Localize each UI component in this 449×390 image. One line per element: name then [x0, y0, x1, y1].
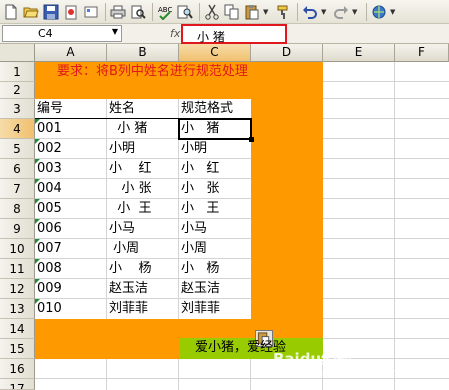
cell-normalized[interactable]: 小周: [181, 239, 207, 259]
cell-id[interactable]: 003: [37, 159, 62, 179]
row-header-11[interactable]: 11: [0, 259, 35, 279]
row-header-14[interactable]: 14: [0, 319, 35, 339]
row-header-8[interactable]: 8: [0, 199, 35, 219]
cell-normalized[interactable]: 小明: [181, 139, 207, 159]
cell-name[interactable]: 小明: [109, 139, 135, 159]
header-id: 编号: [37, 101, 64, 116]
header-normalized: 规范格式: [181, 101, 234, 116]
toolbar-separator: [366, 2, 367, 21]
cell-id[interactable]: 001: [37, 119, 62, 139]
column-header-d[interactable]: D: [251, 44, 323, 62]
permission-icon[interactable]: [62, 3, 79, 20]
column-header-e[interactable]: E: [323, 44, 395, 62]
row-header-2[interactable]: 2: [0, 82, 35, 99]
header-name: 姓名: [109, 101, 136, 116]
cell-normalized[interactable]: 赵玉洁: [181, 279, 220, 299]
redo-dropdown[interactable]: ▼: [352, 8, 360, 16]
row-header-16[interactable]: 16: [0, 359, 35, 379]
paste-icon[interactable]: [243, 3, 260, 20]
row-header-6[interactable]: 6: [0, 159, 35, 179]
select-all-button[interactable]: [0, 44, 35, 62]
row-header-12[interactable]: 12: [0, 279, 35, 299]
toolbar-separator: [152, 2, 153, 21]
cell-name[interactable]: 小马: [109, 219, 135, 239]
open-folder-icon[interactable]: [22, 3, 39, 20]
spelling-icon[interactable]: ABC: [156, 3, 173, 20]
row-header-15[interactable]: 15: [0, 339, 35, 359]
row-header-17[interactable]: 17: [0, 379, 35, 390]
paste-options-dropdown[interactable]: ▼: [263, 8, 271, 16]
fill-handle[interactable]: [249, 137, 254, 142]
fx-label[interactable]: fx: [170, 27, 180, 40]
toolbar-more-dropdown[interactable]: ▼: [390, 8, 398, 16]
cell-id[interactable]: 007: [37, 239, 62, 259]
row-header-9[interactable]: 9: [0, 219, 35, 239]
cell-normalized[interactable]: 小马: [181, 219, 207, 239]
standard-toolbar: ABC ▼ ▼ ▼ ▼: [0, 0, 449, 24]
redo-icon[interactable]: [332, 3, 349, 20]
formula-value: 小 猪: [197, 30, 225, 44]
gridline: [394, 62, 395, 390]
print-preview-icon[interactable]: [129, 3, 146, 20]
column-header-a[interactable]: A: [35, 44, 107, 62]
cell-normalized[interactable]: 小 红: [181, 159, 219, 179]
cell-name[interactable]: 小 张: [109, 179, 151, 199]
cell-id[interactable]: 008: [37, 259, 62, 279]
hyperlink-icon[interactable]: [370, 3, 387, 20]
cut-icon[interactable]: [203, 3, 220, 20]
row-header-5[interactable]: 5: [0, 139, 35, 159]
toolbar-separator: [297, 2, 298, 21]
formula-bar: C4 ▼ fx 小 猪: [0, 24, 449, 44]
sheet-title: 要求：将B列中姓名进行规范处理: [57, 64, 248, 79]
cell-name[interactable]: 小周: [109, 239, 139, 259]
active-cell-selection[interactable]: [178, 118, 252, 140]
cell-name[interactable]: 刘菲菲: [109, 299, 148, 319]
mail-icon[interactable]: [82, 3, 99, 20]
copy-icon[interactable]: [223, 3, 240, 20]
cell-id[interactable]: 004: [37, 179, 62, 199]
watermark-url: jingyan.baidu.com: [305, 368, 398, 379]
cell-name[interactable]: 小 猪: [109, 119, 147, 139]
toolbar-separator: [105, 2, 106, 21]
row-header-10[interactable]: 10: [0, 239, 35, 259]
cell-normalized[interactable]: 小 杨: [181, 259, 219, 279]
name-box-value: C4: [38, 27, 53, 40]
cell-normalized[interactable]: 小 王: [181, 199, 219, 219]
undo-icon[interactable]: [301, 3, 318, 20]
print-icon[interactable]: [109, 3, 126, 20]
cell-id[interactable]: 006: [37, 219, 62, 239]
format-painter-icon[interactable]: [274, 3, 291, 20]
column-header-f[interactable]: F: [395, 44, 449, 62]
undo-dropdown[interactable]: ▼: [321, 8, 329, 16]
gridline: [35, 238, 251, 239]
cell-area[interactable]: 要求：将B列中姓名进行规范处理 编号 姓名 规范格式 001 小 猪 小 猪 0…: [35, 62, 449, 390]
row-header-7[interactable]: 7: [0, 179, 35, 199]
formula-input[interactable]: 小 猪: [181, 24, 287, 44]
gridline: [106, 99, 107, 319]
cell-name[interactable]: 赵玉洁: [109, 279, 148, 299]
cell-id[interactable]: 005: [37, 199, 62, 219]
cell-name[interactable]: 小 王: [109, 199, 151, 219]
toolbar-separator: [199, 2, 200, 21]
chevron-down-icon[interactable]: ▼: [112, 27, 118, 36]
column-header-c[interactable]: C: [179, 44, 251, 62]
row-header-3[interactable]: 3: [0, 99, 35, 119]
row-header-4[interactable]: 4: [0, 119, 35, 139]
watermark-logo: Baidu经验: [273, 350, 352, 368]
column-header-b[interactable]: B: [107, 44, 179, 62]
row-header-1[interactable]: 1: [0, 62, 35, 82]
cell-name[interactable]: 小 红: [109, 159, 152, 179]
new-doc-icon[interactable]: [2, 3, 19, 20]
cell-name[interactable]: 小 杨: [109, 259, 152, 279]
cell-id[interactable]: 010: [37, 299, 62, 319]
cell-normalized[interactable]: 刘菲菲: [181, 299, 220, 319]
cell-id[interactable]: 009: [37, 279, 62, 299]
cell-id[interactable]: 002: [37, 139, 62, 159]
row-header-13[interactable]: 13: [0, 299, 35, 319]
cell-normalized[interactable]: 小 张: [181, 179, 219, 199]
name-box[interactable]: C4 ▼: [2, 25, 122, 42]
research-icon[interactable]: [176, 3, 193, 20]
save-icon[interactable]: [42, 3, 59, 20]
